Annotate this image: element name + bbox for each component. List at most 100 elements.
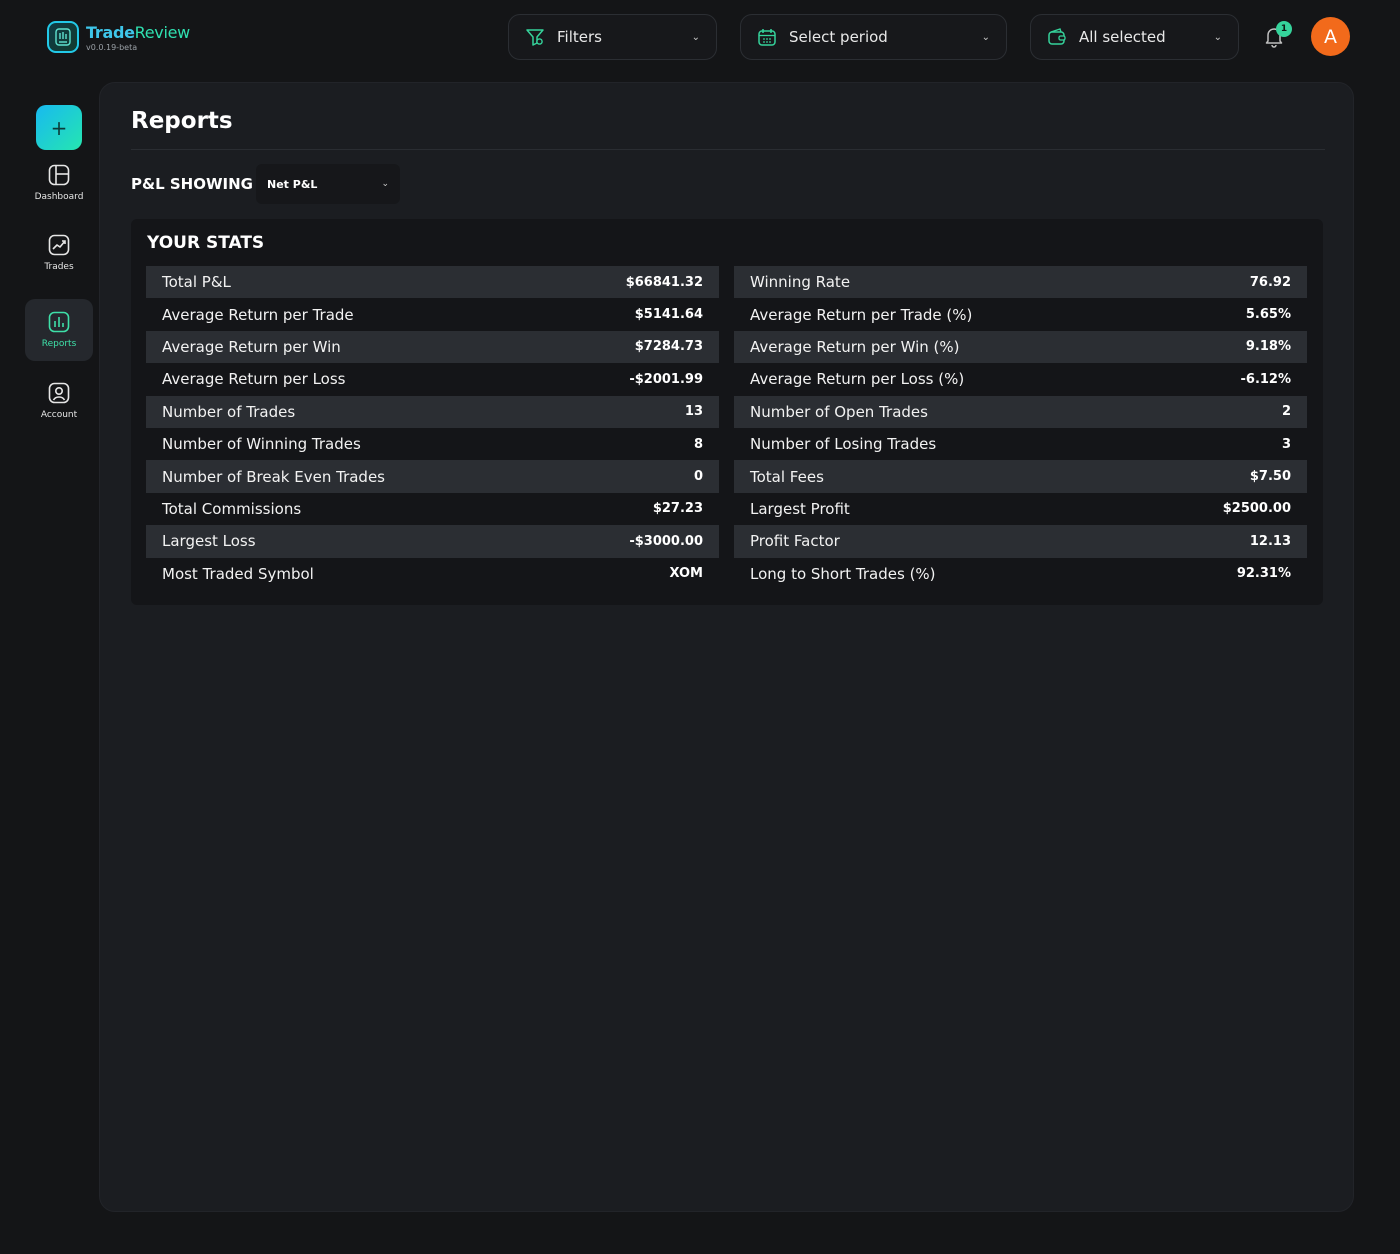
- plus-icon: +: [50, 115, 68, 140]
- stat-row: Average Return per Trade (%) 5.65%: [734, 298, 1307, 330]
- stat-value: 9.18%: [1245, 339, 1291, 355]
- stat-label: Total Commissions: [162, 499, 302, 518]
- stat-label: Number of Winning Trades: [162, 435, 361, 454]
- sidebar-item-account[interactable]: Account: [25, 370, 93, 432]
- stat-row: Number of Winning Trades 8: [146, 428, 719, 460]
- accounts-label: All selected: [1079, 28, 1166, 46]
- trades-icon: [48, 234, 70, 256]
- stat-row: Total Fees $7.50: [734, 460, 1307, 493]
- accounts-dropdown[interactable]: All selected ⌄: [1030, 14, 1239, 60]
- stat-value: $7284.73: [634, 339, 703, 355]
- stat-row: Most Traded Symbol XOM: [146, 558, 719, 590]
- sidebar: + Dashboard Trades Reports Account: [0, 76, 100, 1254]
- divider: [131, 149, 1325, 150]
- stat-label: Most Traded Symbol: [162, 564, 314, 583]
- stats-left-column: Total P&L $66841.32 Average Return per Tr…: [146, 266, 719, 590]
- stats-card: YOUR STATS Total P&L $66841.32 Average Re…: [131, 219, 1323, 605]
- stat-row: Average Return per Loss (%) -6.12%: [734, 363, 1307, 395]
- stat-row: Average Return per Trade $5141.64: [146, 298, 719, 330]
- stat-value: 92.31%: [1236, 566, 1291, 582]
- pl-type-select[interactable]: Net P&L ⌄: [256, 164, 400, 204]
- add-new-button[interactable]: +: [36, 105, 82, 150]
- stat-row: Profit Factor 12.13: [734, 525, 1307, 558]
- notification-badge: 1: [1276, 21, 1292, 37]
- filters-label: Filters: [557, 28, 602, 46]
- sidebar-item-label: Trades: [44, 262, 74, 272]
- stat-value: $27.23: [652, 501, 703, 517]
- app-name-accent: Review: [134, 22, 191, 42]
- stat-label: Winning Rate: [750, 273, 851, 292]
- stat-row: Average Return per Win $7284.73: [146, 330, 719, 364]
- pl-showing-label: P&L SHOWING: [131, 175, 253, 193]
- stat-value: XOM: [669, 566, 703, 582]
- stats-right-column: Winning Rate 76.92 Average Return per Tra…: [734, 266, 1307, 590]
- stat-row: Total P&L $66841.32: [146, 266, 719, 299]
- page-title: Reports: [131, 108, 233, 134]
- stat-value: -6.12%: [1240, 371, 1292, 387]
- top-bar: TradeReview v0.0.19-beta Filters ⌄ Selec…: [0, 0, 1400, 76]
- stat-label: Number of Break Even Trades: [162, 467, 385, 486]
- stat-row: Long to Short Trades (%) 92.31%: [734, 558, 1307, 590]
- stat-row: Largest Loss -$3000.00: [146, 525, 719, 558]
- stat-row: Number of Break Even Trades 0: [146, 460, 719, 493]
- stat-label: Largest Loss: [162, 532, 256, 551]
- stat-row: Total Commissions $27.23: [146, 493, 719, 525]
- stat-value: $2500.00: [1222, 501, 1291, 517]
- wallet-icon: [1047, 27, 1067, 47]
- stat-row: Winning Rate 76.92: [734, 266, 1307, 299]
- chevron-down-icon: ⌄: [691, 31, 700, 43]
- app-version: v0.0.19-beta: [86, 42, 138, 52]
- filter-icon: [525, 27, 545, 47]
- main-panel: Reports P&L SHOWING Net P&L ⌄ YOUR STATS…: [99, 82, 1354, 1212]
- account-icon: [48, 382, 70, 404]
- stat-label: Total Fees: [750, 467, 824, 486]
- stat-label: Average Return per Win (%): [750, 337, 960, 356]
- stat-value: 0: [693, 469, 703, 485]
- stat-value: -$2001.99: [629, 371, 703, 387]
- reports-icon: [48, 311, 70, 333]
- chevron-down-icon: ⌄: [381, 179, 389, 189]
- sidebar-item-reports[interactable]: Reports: [25, 299, 93, 361]
- period-dropdown[interactable]: Select period ⌄: [740, 14, 1007, 60]
- filters-dropdown[interactable]: Filters ⌄: [508, 14, 717, 60]
- stat-label: Average Return per Trade (%): [750, 305, 973, 324]
- stat-label: Number of Trades: [162, 402, 296, 421]
- sidebar-item-label: Reports: [41, 339, 77, 349]
- stat-value: 12.13: [1249, 533, 1291, 549]
- stat-label: Average Return per Win: [162, 337, 341, 356]
- stat-label: Total P&L: [162, 273, 231, 292]
- chevron-down-icon: ⌄: [1213, 31, 1222, 43]
- stat-value: 8: [693, 436, 703, 452]
- pl-select-value: Net P&L: [267, 177, 318, 191]
- stat-label: Number of Open Trades: [750, 402, 928, 421]
- app-logo[interactable]: TradeReview v0.0.19-beta: [47, 21, 190, 53]
- stat-label: Long to Short Trades (%): [750, 564, 936, 583]
- app-name-main: Trade: [86, 22, 135, 42]
- stat-label: Average Return per Loss: [162, 370, 346, 389]
- period-label: Select period: [789, 28, 888, 46]
- stat-label: Average Return per Trade: [162, 305, 354, 324]
- stat-row: Number of Trades 13: [146, 395, 719, 428]
- stat-value: $7.50: [1249, 469, 1291, 485]
- dashboard-icon: [48, 164, 70, 186]
- stat-row: Average Return per Loss -$2001.99: [146, 363, 719, 395]
- calendar-icon: [757, 27, 777, 47]
- logo-icon: [47, 21, 79, 53]
- stat-value: $66841.32: [625, 274, 703, 290]
- stat-label: Number of Losing Trades: [750, 435, 937, 454]
- stat-value: 2: [1281, 404, 1291, 420]
- sidebar-item-dashboard[interactable]: Dashboard: [25, 152, 93, 214]
- sidebar-item-label: Account: [40, 410, 78, 420]
- sidebar-item-trades[interactable]: Trades: [25, 222, 93, 284]
- stat-row: Average Return per Win (%) 9.18%: [734, 330, 1307, 364]
- stat-label: Largest Profit: [750, 499, 850, 518]
- chevron-down-icon: ⌄: [981, 31, 990, 43]
- stat-row: Largest Profit $2500.00: [734, 493, 1307, 525]
- stat-label: Average Return per Loss (%): [750, 370, 965, 389]
- stat-value: $5141.64: [634, 307, 703, 323]
- avatar[interactable]: A: [1311, 17, 1350, 56]
- sidebar-item-label: Dashboard: [34, 192, 84, 202]
- stat-value: 13: [684, 404, 703, 420]
- stat-row: Number of Open Trades 2: [734, 395, 1307, 428]
- stat-row: Number of Losing Trades 3: [734, 428, 1307, 460]
